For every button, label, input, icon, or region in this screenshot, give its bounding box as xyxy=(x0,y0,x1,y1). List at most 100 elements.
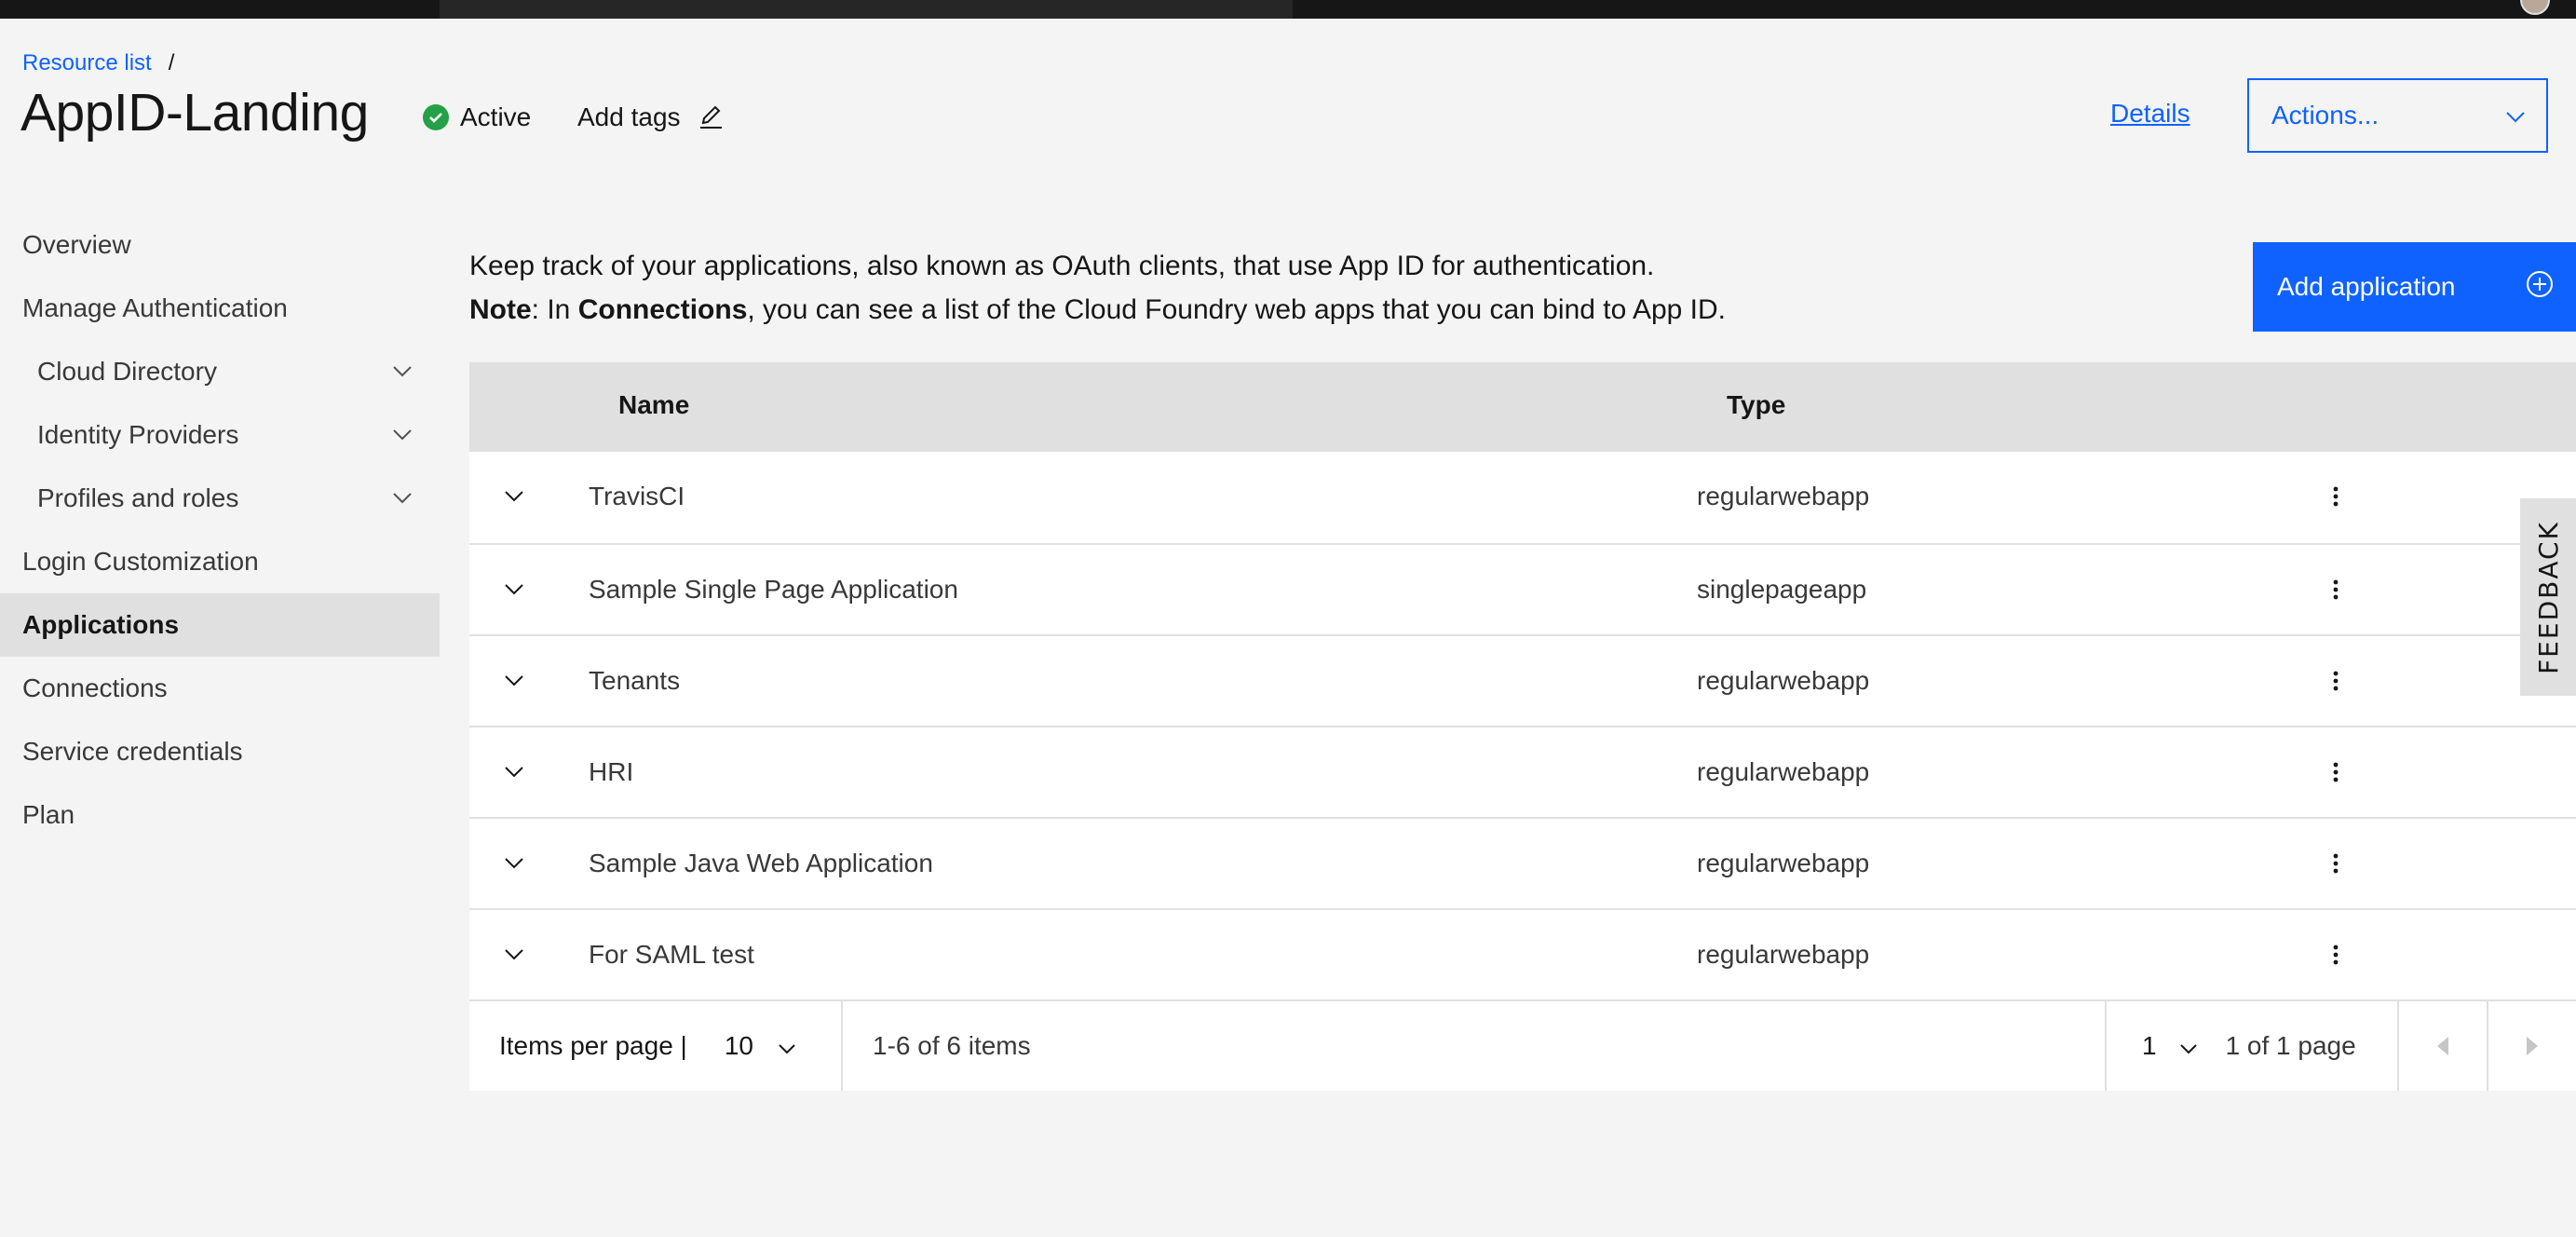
column-header-name[interactable]: Name xyxy=(618,390,689,420)
chevron-down-icon[interactable] xyxy=(391,424,414,446)
sidebar-item-cloud-directory[interactable]: Cloud Directory xyxy=(0,340,440,403)
app-type: regularwebapp xyxy=(1697,849,1870,877)
app-name: Sample Java Web Application xyxy=(589,849,933,877)
expand-row-chevron-icon[interactable] xyxy=(501,483,527,510)
expand-row-chevron-icon[interactable] xyxy=(501,577,527,603)
chevron-down-icon xyxy=(2505,101,2526,130)
description-note: Note: In Connections, you can see a list… xyxy=(469,288,1726,332)
caret-left-icon xyxy=(2437,1037,2448,1055)
next-page-button[interactable] xyxy=(2487,1001,2576,1091)
breadcrumb-separator: / xyxy=(168,50,175,75)
sidebar-item-label: Plan xyxy=(22,800,75,829)
page-description: Keep track of your applications, also kn… xyxy=(469,244,1726,332)
sidebar-item-applications[interactable]: Applications xyxy=(0,593,440,657)
add-application-button[interactable]: Add application xyxy=(2253,242,2576,332)
sidebar-item-label: Overview xyxy=(22,230,131,259)
page-select-value[interactable]: 1 xyxy=(2142,1031,2157,1061)
app-type: regularwebapp xyxy=(1697,757,1870,786)
table-header: Name Type xyxy=(469,362,2576,452)
note-prefix: : In xyxy=(531,294,578,325)
top-nav-bar xyxy=(0,0,2576,19)
note-connections: Connections xyxy=(577,294,748,325)
overflow-menu-icon[interactable] xyxy=(2323,755,2349,789)
breadcrumb-resource-list[interactable]: Resource list xyxy=(22,50,152,76)
feedback-tab[interactable]: FEEDBACK xyxy=(2520,498,2576,696)
page-of-text: 1 of 1 page xyxy=(2225,1031,2356,1060)
app-name: HRI xyxy=(589,757,634,786)
table-row: TravisCI regularwebapp xyxy=(469,452,2576,543)
sidebar-item-label: Connections xyxy=(22,673,168,702)
add-circle-icon xyxy=(2526,270,2554,305)
sidebar-item-label: Cloud Directory xyxy=(37,357,217,386)
sidebar-item-label: Login Customization xyxy=(22,547,259,576)
app-name: For SAML test xyxy=(589,940,754,969)
sidebar-item-manage-authentication[interactable]: Manage Authentication xyxy=(0,277,440,340)
pencil-icon xyxy=(698,103,725,131)
sidebar-item-identity-providers[interactable]: Identity Providers xyxy=(0,403,440,467)
overflow-menu-icon[interactable] xyxy=(2323,938,2349,972)
overflow-menu-icon[interactable] xyxy=(2323,847,2349,880)
page-title: AppID-Landing xyxy=(20,83,369,143)
expand-row-chevron-icon[interactable] xyxy=(501,668,527,694)
chevron-down-icon[interactable] xyxy=(391,487,414,510)
sidebar-item-label: Applications xyxy=(22,610,180,639)
app-name: Tenants xyxy=(589,666,681,695)
table-row: Sample Single Page Application singlepage… xyxy=(469,543,2576,634)
app-type: regularwebapp xyxy=(1697,666,1870,695)
description-line-1: Keep track of your applications, also kn… xyxy=(469,251,1655,281)
sidebar-item-label: Service credentials xyxy=(22,737,243,766)
app-name: TravisCI xyxy=(589,482,685,510)
add-application-label: Add application xyxy=(2277,272,2456,301)
table-row: For SAML test regularwebapp xyxy=(469,908,2576,999)
pagination: Items per page | 10 1-6 of 6 items 1 1 o… xyxy=(469,999,2576,1091)
expand-row-chevron-icon[interactable] xyxy=(501,759,527,785)
overflow-menu-icon[interactable] xyxy=(2323,480,2349,513)
sidebar-item-label: Manage Authentication xyxy=(22,293,288,322)
feedback-label: FEEDBACK xyxy=(2532,520,2564,674)
app-type: regularwebapp xyxy=(1697,940,1870,969)
note-label: Note xyxy=(469,294,532,325)
sidebar-item-label: Identity Providers xyxy=(37,420,239,449)
add-tags-label: Add tags xyxy=(577,102,681,131)
item-range: 1-6 of 6 items xyxy=(873,1031,1031,1060)
sidebar-item-overview[interactable]: Overview xyxy=(0,213,440,277)
items-per-page-select[interactable]: 10 xyxy=(725,1031,753,1061)
overflow-menu-icon[interactable] xyxy=(2323,664,2349,698)
table-row: Tenants regularwebapp xyxy=(469,634,2576,726)
status-badge: Active xyxy=(423,102,531,132)
check-circle-icon xyxy=(423,104,449,130)
table-body: TravisCI regularwebapp Sample Single Page … xyxy=(469,452,2576,999)
sidebar-item-login-customization[interactable]: Login Customization xyxy=(0,530,440,593)
user-avatar[interactable] xyxy=(2520,0,2550,15)
column-header-type[interactable]: Type xyxy=(1727,390,1785,420)
expand-row-chevron-icon[interactable] xyxy=(501,942,527,968)
sidebar-item-service-credentials[interactable]: Service credentials xyxy=(0,720,440,783)
sidebar-item-profiles-and-roles[interactable]: Profiles and roles xyxy=(0,467,440,530)
status-label: Active xyxy=(460,102,532,131)
app-name: Sample Single Page Application xyxy=(589,575,958,604)
items-per-page-label: Items per page | xyxy=(499,1031,687,1060)
breadcrumb: Resource list / xyxy=(22,50,174,76)
table-row: HRI regularwebapp xyxy=(469,726,2576,817)
sidebar-item-connections[interactable]: Connections xyxy=(0,657,440,720)
table-row: Sample Java Web Application regularwebapp xyxy=(469,817,2576,908)
expand-row-chevron-icon[interactable] xyxy=(501,850,527,877)
sidebar-nav: Overview Manage Authentication Cloud Direc… xyxy=(0,213,440,847)
chevron-down-icon[interactable] xyxy=(391,360,414,383)
add-tags-button[interactable]: Add tags xyxy=(577,102,725,132)
chevron-down-icon[interactable] xyxy=(778,1031,796,1061)
sidebar-item-plan[interactable]: Plan xyxy=(0,783,440,847)
overflow-menu-icon[interactable] xyxy=(2323,573,2349,606)
app-type: singlepageapp xyxy=(1697,575,1867,604)
caret-right-icon xyxy=(2527,1037,2538,1055)
top-nav-search-area[interactable] xyxy=(440,0,1293,19)
sidebar-item-label: Profiles and roles xyxy=(37,483,239,512)
items-per-page: Items per page | 10 xyxy=(469,1001,843,1091)
details-link[interactable]: Details xyxy=(2110,99,2190,129)
chevron-down-icon[interactable] xyxy=(2179,1031,2198,1061)
actions-dropdown[interactable]: Actions... xyxy=(2247,78,2548,153)
page-select: 1 1 of 1 page xyxy=(2105,1001,2397,1091)
actions-label: Actions... xyxy=(2271,101,2379,129)
previous-page-button[interactable] xyxy=(2397,1001,2487,1091)
app-type: regularwebapp xyxy=(1697,482,1870,510)
